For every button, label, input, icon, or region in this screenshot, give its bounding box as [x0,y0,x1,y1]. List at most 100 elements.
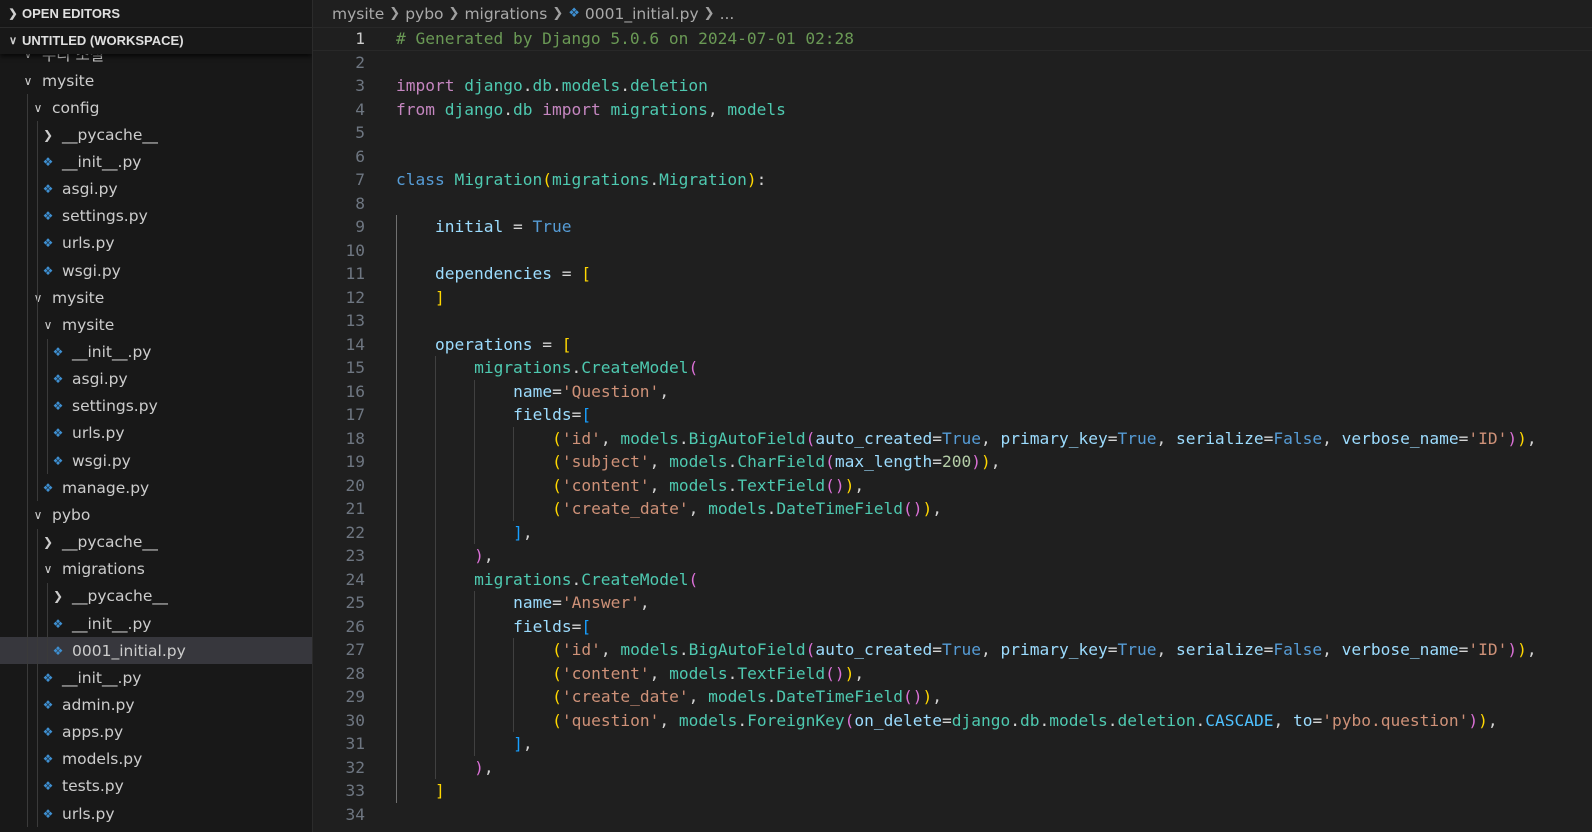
code-line[interactable]: 4 from django.db import migrations, model… [313,98,1592,122]
breadcrumb-item[interactable]: mysite [332,5,384,23]
tree-item[interactable]: ❖ __init__.py [0,148,312,175]
code-text: class Migration(migrations.Migration): [396,170,766,189]
line-number: 30 [345,710,366,730]
code-token: 'ID' [1468,640,1508,660]
tree-item[interactable]: ∨ pybo [0,501,312,528]
workspace-header[interactable]: ∨ UNTITLED (WORKSPACE) [0,27,312,54]
code-line[interactable]: 1 # Generated by Django 5.0.6 on 2024-07-… [313,27,1592,51]
tree-item-partial-root[interactable]: ∨ 우리 소설 [0,54,312,67]
tree-item[interactable]: ❖ __init__.py [0,664,312,691]
code-line[interactable]: 33] [313,779,1592,803]
code-text: # Generated by Django 5.0.6 on 2024-07-0… [396,29,854,48]
tree-item[interactable]: ❖ urls.py [0,230,312,257]
code-line[interactable]: 29 ('create_date', models.DateTimeField()… [313,685,1592,709]
breadcrumb-item[interactable]: ... [720,5,735,23]
code-token: deletion [629,76,708,96]
tree-item[interactable]: ∨ mysite [0,311,312,338]
code-line[interactable]: 19 ('subject', models.CharField(max_lengt… [313,450,1592,474]
code-line[interactable]: 10 [313,239,1592,263]
breadcrumb-item[interactable]: pybo [405,5,443,23]
tree-item[interactable]: ❖ models.py [0,746,312,773]
line-number: 14 [345,334,366,354]
tree-item[interactable]: ❖ settings.py [0,203,312,230]
code-line[interactable]: 25 name='Answer', [313,591,1592,615]
code-line[interactable]: 27 ('id', models.BigAutoField(auto_create… [313,638,1592,662]
tree-item[interactable]: ∨ mysite [0,284,312,311]
tree-item[interactable]: ❯ __pycache__ [0,121,312,148]
code-token: models [669,452,728,472]
code-line[interactable]: 21 ('create_date', models.DateTimeField()… [313,497,1592,521]
code-line[interactable]: 11 dependencies = [ [313,262,1592,286]
code-text: ('question', models.ForeignKey(on_delete… [552,711,1498,730]
tree-item[interactable]: ❖ manage.py [0,474,312,501]
code-line[interactable]: 5 [313,121,1592,145]
code-editor[interactable]: mysite ❯ pybo ❯ migrations ❯ ❖ 0001_initial.py ❯… [313,0,1592,832]
code-line[interactable]: 32), [313,756,1592,780]
code-token: db [532,76,552,96]
tree-item[interactable]: ❖ wsgi.py [0,257,312,284]
code-token: ( [805,428,816,448]
line-number: 3 [355,76,365,96]
breadcrumb-item[interactable]: 0001_initial.py [585,5,699,23]
code-line[interactable]: 15 migrations.CreateModel( [313,356,1592,380]
open-editors-header[interactable]: ❯ OPEN EDITORS [0,0,312,28]
code-line[interactable]: 7 class Migration(migrations.Migration): [313,168,1592,192]
tree-item[interactable]: ❖ admin.py [0,691,312,718]
code-line[interactable]: 28 ('content', models.TextField()), [313,662,1592,686]
tree-item[interactable]: ∨ config [0,94,312,121]
code-token: primary_key [1000,640,1108,660]
tree-indent-guide [47,338,48,475]
line-number: 22 [345,522,366,542]
breadcrumb-item[interactable]: migrations [464,5,547,23]
code-token: ] [513,522,523,542]
tree-item[interactable]: ❯ __pycache__ [0,529,312,556]
code-token: ) [474,757,484,777]
code-line[interactable]: 2 [313,51,1592,75]
line-number: 11 [345,264,366,284]
code-token: , [932,687,943,707]
tree-item[interactable]: ❖ urls.py [0,800,312,827]
tree-item[interactable]: ❖ apps.py [0,719,312,746]
chevron-right-icon: ❯ [52,589,64,604]
code-line[interactable]: 13 [313,309,1592,333]
code-token: BigAutoField [688,640,806,660]
code-token: models [708,499,767,519]
code-line[interactable]: 8 [313,192,1592,216]
tree-item[interactable]: ❖ asgi.py [0,176,312,203]
code-line[interactable]: 31], [313,732,1592,756]
line-number: 24 [345,569,366,589]
code-line[interactable]: 34 [313,803,1592,827]
code-token: True [1117,640,1157,660]
code-token: migrations [610,99,708,119]
code-line[interactable]: 18 ('id', models.BigAutoField(auto_create… [313,427,1592,451]
tree-item-label: __init__.py [62,152,142,171]
code-line[interactable]: 30 ('question', models.ForeignKey(on_dele… [313,709,1592,733]
code-text: name='Answer', [513,593,649,612]
code-line[interactable]: 6 [313,145,1592,169]
code-line[interactable]: 14 operations = [ [313,333,1592,357]
line-number: 13 [345,311,366,331]
code-token: ( [825,452,835,472]
code-line[interactable]: 9 initial = True [313,215,1592,239]
code-token: max_length [834,452,933,472]
code-text: ] [435,288,445,307]
python-file-icon: ❖ [568,6,580,21]
tree-item[interactable]: ❖ tests.py [0,773,312,800]
code-token: True [942,428,982,448]
code-token: 'create_date' [561,687,689,707]
code-line[interactable]: 12] [313,286,1592,310]
code-line[interactable]: 26 fields=[ [313,615,1592,639]
code-text: migrations.CreateModel( [474,570,698,589]
python-file-icon: ❖ [42,697,54,712]
code-line[interactable]: 22], [313,521,1592,545]
code-line[interactable]: 23), [313,544,1592,568]
chevron-down-icon: ∨ [43,562,53,577]
code-line[interactable]: 3 import django.db.models.deletion [313,74,1592,98]
tree-item[interactable]: ∨ mysite [0,67,312,94]
code-token: , [522,734,533,754]
code-line[interactable]: 16 name='Question', [313,380,1592,404]
tree-item[interactable]: ∨ migrations [0,556,312,583]
code-line[interactable]: 17 fields=[ [313,403,1592,427]
code-line[interactable]: 20 ('content', models.TextField()), [313,474,1592,498]
code-line[interactable]: 24 migrations.CreateModel( [313,568,1592,592]
